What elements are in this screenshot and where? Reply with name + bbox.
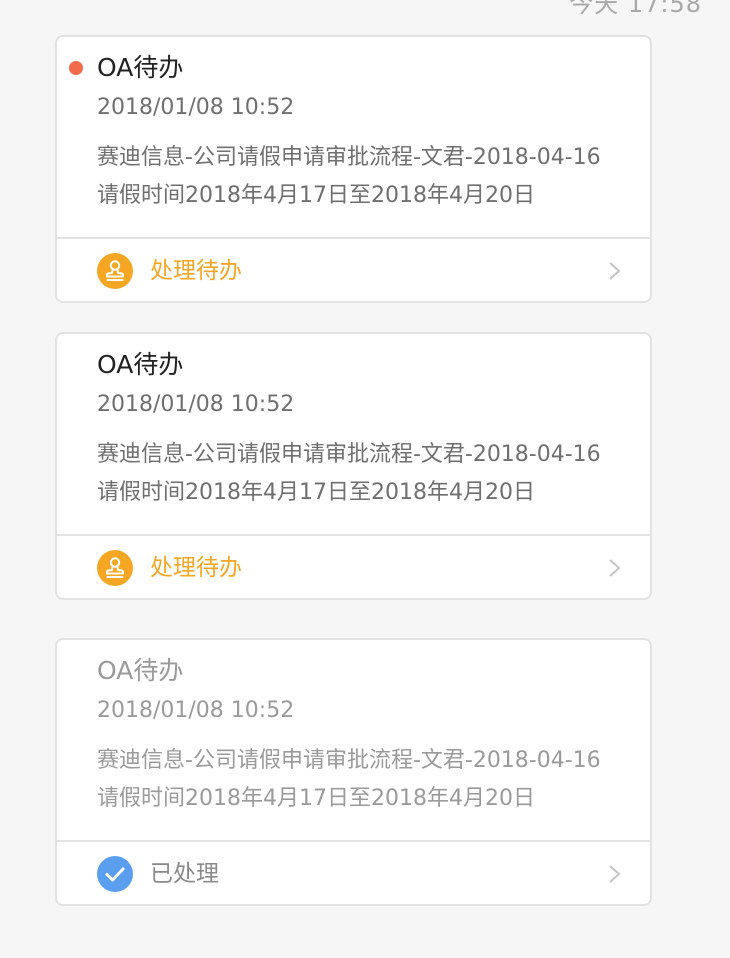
todo-time: 2018/01/08 10:52 — [97, 95, 295, 120]
todo-description: 赛迪信息-公司请假申请审批流程-文君-2018-04-16 请假时间2018年4… — [97, 436, 637, 512]
todo-card-content[interactable]: OA待办 2018/01/08 10:52 赛迪信息-公司请假申请审批流程-文君… — [57, 640, 650, 840]
todo-card[interactable]: OA待办 2018/01/08 10:52 赛迪信息-公司请假申请审批流程-文君… — [55, 638, 652, 906]
todo-description-line: 赛迪信息-公司请假申请审批流程-文君-2018-04-16 — [97, 145, 601, 170]
todo-card-content[interactable]: OA待办 2018/01/08 10:52 赛迪信息-公司请假申请审批流程-文君… — [57, 334, 650, 534]
process-todo-button[interactable]: 处理待办 — [57, 237, 650, 301]
todo-description: 赛迪信息-公司请假申请审批流程-文君-2018-04-16 请假时间2018年4… — [97, 742, 637, 818]
todo-title: OA待办 — [97, 53, 184, 82]
process-todo-button[interactable]: 处理待办 — [57, 534, 650, 598]
process-todo-label: 处理待办 — [150, 258, 242, 284]
todo-title: OA待办 — [97, 656, 184, 685]
todo-title: OA待办 — [97, 350, 184, 379]
todo-description-line: 赛迪信息-公司请假申请审批流程-文君-2018-04-16 — [97, 442, 601, 467]
chevron-right-icon — [604, 259, 624, 283]
chevron-right-icon — [604, 556, 624, 580]
todo-description-line: 请假时间2018年4月17日至2018年4月20日 — [97, 480, 535, 505]
processed-label: 已处理 — [150, 861, 219, 887]
todo-card[interactable]: OA待办 2018/01/08 10:52 赛迪信息-公司请假申请审批流程-文君… — [55, 35, 652, 303]
todo-time: 2018/01/08 10:52 — [97, 698, 295, 723]
chevron-right-icon — [604, 862, 624, 886]
todo-description: 赛迪信息-公司请假申请审批流程-文君-2018-04-16 请假时间2018年4… — [97, 139, 637, 215]
message-time-header: 今天 17:58 — [569, 0, 702, 18]
todo-time: 2018/01/08 10:52 — [97, 392, 295, 417]
todo-description-line: 请假时间2018年4月17日至2018年4月20日 — [97, 183, 535, 208]
todo-description-line: 请假时间2018年4月17日至2018年4月20日 — [97, 786, 535, 811]
unread-dot — [69, 61, 83, 75]
todo-message-list: 今天 17:58 OA待办 2018/01/08 10:52 赛迪信息-公司请假… — [0, 0, 730, 958]
todo-card-content[interactable]: OA待办 2018/01/08 10:52 赛迪信息-公司请假申请审批流程-文君… — [57, 37, 650, 237]
todo-description-line: 赛迪信息-公司请假申请审批流程-文君-2018-04-16 — [97, 748, 601, 773]
process-todo-label: 处理待办 — [150, 555, 242, 581]
check-icon — [97, 856, 133, 892]
stamp-icon — [97, 550, 133, 586]
todo-card[interactable]: OA待办 2018/01/08 10:52 赛迪信息-公司请假申请审批流程-文君… — [55, 332, 652, 600]
stamp-icon — [97, 253, 133, 289]
processed-button[interactable]: 已处理 — [57, 840, 650, 904]
